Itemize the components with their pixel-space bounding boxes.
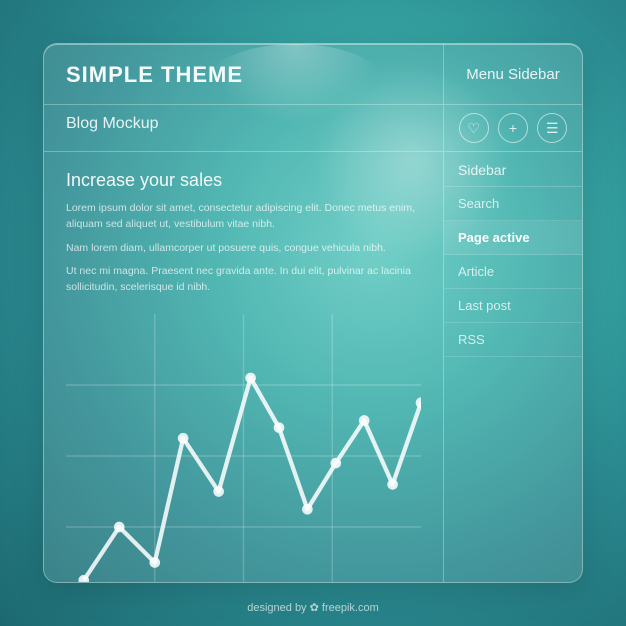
main-card: SIMPLE THEME Menu Sidebar Blog Mockup ♡ … bbox=[43, 43, 583, 583]
blog-mockup-area: Blog Mockup bbox=[44, 105, 444, 151]
plus-icon[interactable]: + bbox=[498, 113, 528, 143]
content-headline: Increase your sales bbox=[66, 170, 421, 191]
subheader-row: Blog Mockup ♡ + ☰ bbox=[44, 105, 582, 152]
nav-item-page-active[interactable]: Page active bbox=[444, 221, 582, 255]
header-sidebar-area: Menu Sidebar bbox=[444, 44, 582, 104]
heart-icon[interactable]: ♡ bbox=[459, 113, 489, 143]
nav-item-article[interactable]: Article bbox=[444, 255, 582, 289]
sidebar-section-label: Sidebar bbox=[444, 152, 582, 187]
nav-item-search[interactable]: Search bbox=[444, 187, 582, 221]
content-area: Increase your sales Lorem ipsum dolor si… bbox=[44, 152, 444, 582]
main-row: Increase your sales Lorem ipsum dolor si… bbox=[44, 152, 582, 582]
blog-mockup-label: Blog Mockup bbox=[66, 115, 421, 133]
nav-item-last-post[interactable]: Last post bbox=[444, 289, 582, 323]
site-title: SIMPLE THEME bbox=[66, 62, 421, 88]
content-paragraph-2: Nam lorem diam, ullamcorper ut posuere q… bbox=[66, 241, 421, 257]
line-chart bbox=[66, 314, 421, 582]
icons-area: ♡ + ☰ bbox=[444, 105, 582, 151]
content-paragraph-1: Lorem ipsum dolor sit amet, consectetur … bbox=[66, 201, 421, 233]
header-row: SIMPLE THEME Menu Sidebar bbox=[44, 44, 582, 105]
header-title-area: SIMPLE THEME bbox=[44, 44, 444, 104]
content-paragraph-3: Ut nec mi magna. Praesent nec gravida an… bbox=[66, 264, 421, 296]
menu-icon[interactable]: ☰ bbox=[537, 113, 567, 143]
chart-area bbox=[66, 314, 421, 568]
nav-item-rss[interactable]: RSS bbox=[444, 323, 582, 357]
sidebar-nav: Sidebar Search Page active Article Last … bbox=[444, 152, 582, 582]
footer-text: designed by ✿ freepik.com bbox=[247, 602, 379, 614]
menu-sidebar-label: Menu Sidebar bbox=[460, 64, 566, 85]
footer: designed by ✿ freepik.com bbox=[0, 601, 626, 614]
